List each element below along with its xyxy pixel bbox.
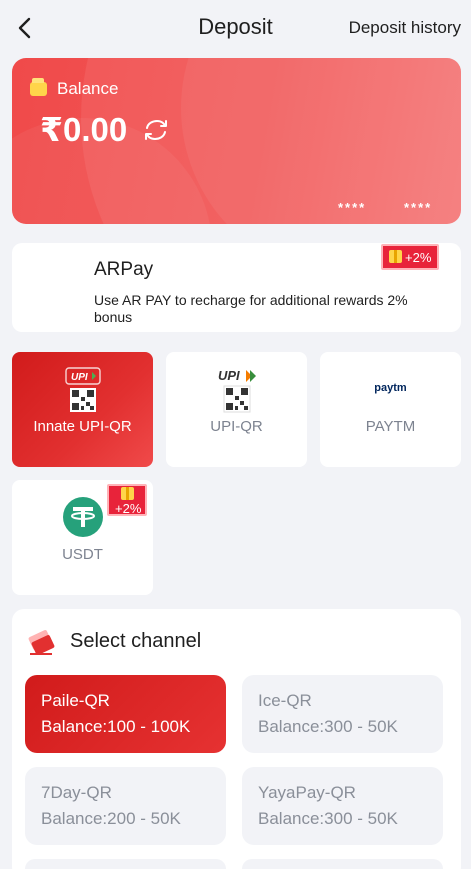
bonus-badge: +2% <box>381 244 439 270</box>
payment-method-usdt[interactable]: +2% USDT <box>12 480 153 595</box>
header: Deposit Deposit history <box>0 0 471 56</box>
payment-method-innate-upi-qr[interactable]: UPI Innate UPI-QR <box>12 352 153 467</box>
balance-amount: ₹0.00 <box>40 111 128 148</box>
card-number-mask: **** <box>338 200 367 215</box>
gift-icon <box>389 250 402 263</box>
payment-method-paytm[interactable]: paytm PAYTM <box>320 352 461 467</box>
channel-option[interactable]: 7Day-QR Balance:200 - 50K <box>25 767 226 845</box>
channel-option[interactable] <box>25 859 226 869</box>
channel-name: 7Day-QR <box>41 783 112 802</box>
svg-text:UPI: UPI <box>71 372 88 383</box>
select-channel-panel: Select channel Paile-QR Balance:100 - 10… <box>12 609 461 869</box>
channel-option[interactable]: Paile-QR Balance:100 - 100K <box>25 675 226 753</box>
deposit-history-link[interactable]: Deposit history <box>349 18 461 38</box>
channel-balance: Balance:300 - 50K <box>258 717 398 736</box>
channel-option[interactable]: YayaPay-QR Balance:300 - 50K <box>242 767 443 845</box>
tether-icon <box>62 497 103 537</box>
arpay-name: ARPay <box>94 259 154 280</box>
channel-balance: Balance:100 - 100K <box>41 717 191 736</box>
refresh-icon[interactable] <box>142 118 170 142</box>
card-icon <box>28 630 55 655</box>
payment-method-label: PAYTM <box>365 418 416 435</box>
bonus-text: +2% <box>405 250 432 265</box>
channel-name: Ice-QR <box>258 691 312 710</box>
card-number-mask: **** <box>404 200 433 215</box>
payment-method-label: USDT <box>62 546 103 563</box>
payment-method-upi-qr[interactable]: UPI UPI-QR <box>166 352 307 467</box>
arpay-option[interactable]: ARPay Use AR PAY to recharge for additio… <box>12 243 461 332</box>
channel-balance: Balance:300 - 50K <box>258 809 398 828</box>
channel-name: YayaPay-QR <box>258 783 356 802</box>
channel-name: Paile-QR <box>41 691 110 710</box>
bonus-text: +2% <box>115 501 142 516</box>
upi-qr-icon: UPI <box>218 368 256 413</box>
payment-method-label: Innate UPI-QR <box>33 418 132 435</box>
wallet-icon <box>30 78 47 96</box>
bonus-badge: +2% <box>107 484 147 516</box>
channel-balance: Balance:200 - 50K <box>41 809 181 828</box>
upi-qr-icon: UPI <box>64 367 101 412</box>
svg-text:UPI: UPI <box>218 368 240 383</box>
paytm-logo: paytm <box>374 382 407 394</box>
balance-card: Balance ₹0.00 **** **** <box>12 58 461 224</box>
channel-option[interactable]: Ice-QR Balance:300 - 50K <box>242 675 443 753</box>
select-channel-title: Select channel <box>70 630 202 652</box>
channel-option[interactable] <box>242 859 443 869</box>
gift-icon <box>121 487 134 500</box>
balance-label: Balance <box>57 79 119 98</box>
arpay-description: Use AR PAY to recharge for additional re… <box>94 292 408 325</box>
payment-method-label: UPI-QR <box>210 418 263 435</box>
